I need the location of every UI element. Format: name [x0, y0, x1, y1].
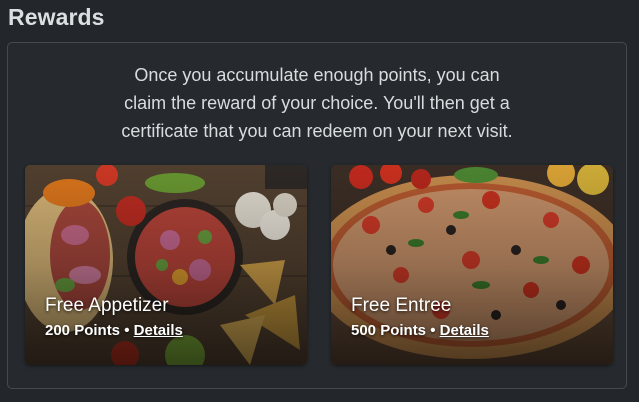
intro-line-2: claim the reward of your choice. You'll … [124, 93, 510, 113]
reward-points: 500 Points [351, 322, 427, 339]
reward-card-appetizer[interactable]: Free Appetizer 200 Points • Details [25, 165, 307, 365]
reward-meta: 200 Points • Details [45, 322, 183, 339]
intro-line-1: Once you accumulate enough points, you c… [134, 65, 500, 85]
page-title: Rewards [8, 4, 105, 30]
reward-title: Free Entree [351, 295, 452, 316]
intro-line-3: certificate that you can redeem on your … [121, 121, 513, 141]
reward-meta: 500 Points • Details [351, 322, 489, 339]
rewards-intro: Once you accumulate enough points, you c… [8, 61, 626, 145]
details-link[interactable]: Details [440, 322, 489, 339]
reward-separator: • [124, 322, 130, 339]
reward-card-entree[interactable]: Free Entree 500 Points • Details [331, 165, 613, 365]
reward-points: 200 Points [45, 322, 121, 339]
reward-title: Free Appetizer [45, 295, 169, 316]
rewards-panel: Once you accumulate enough points, you c… [7, 42, 627, 389]
details-link[interactable]: Details [134, 322, 183, 339]
reward-separator: • [430, 322, 436, 339]
